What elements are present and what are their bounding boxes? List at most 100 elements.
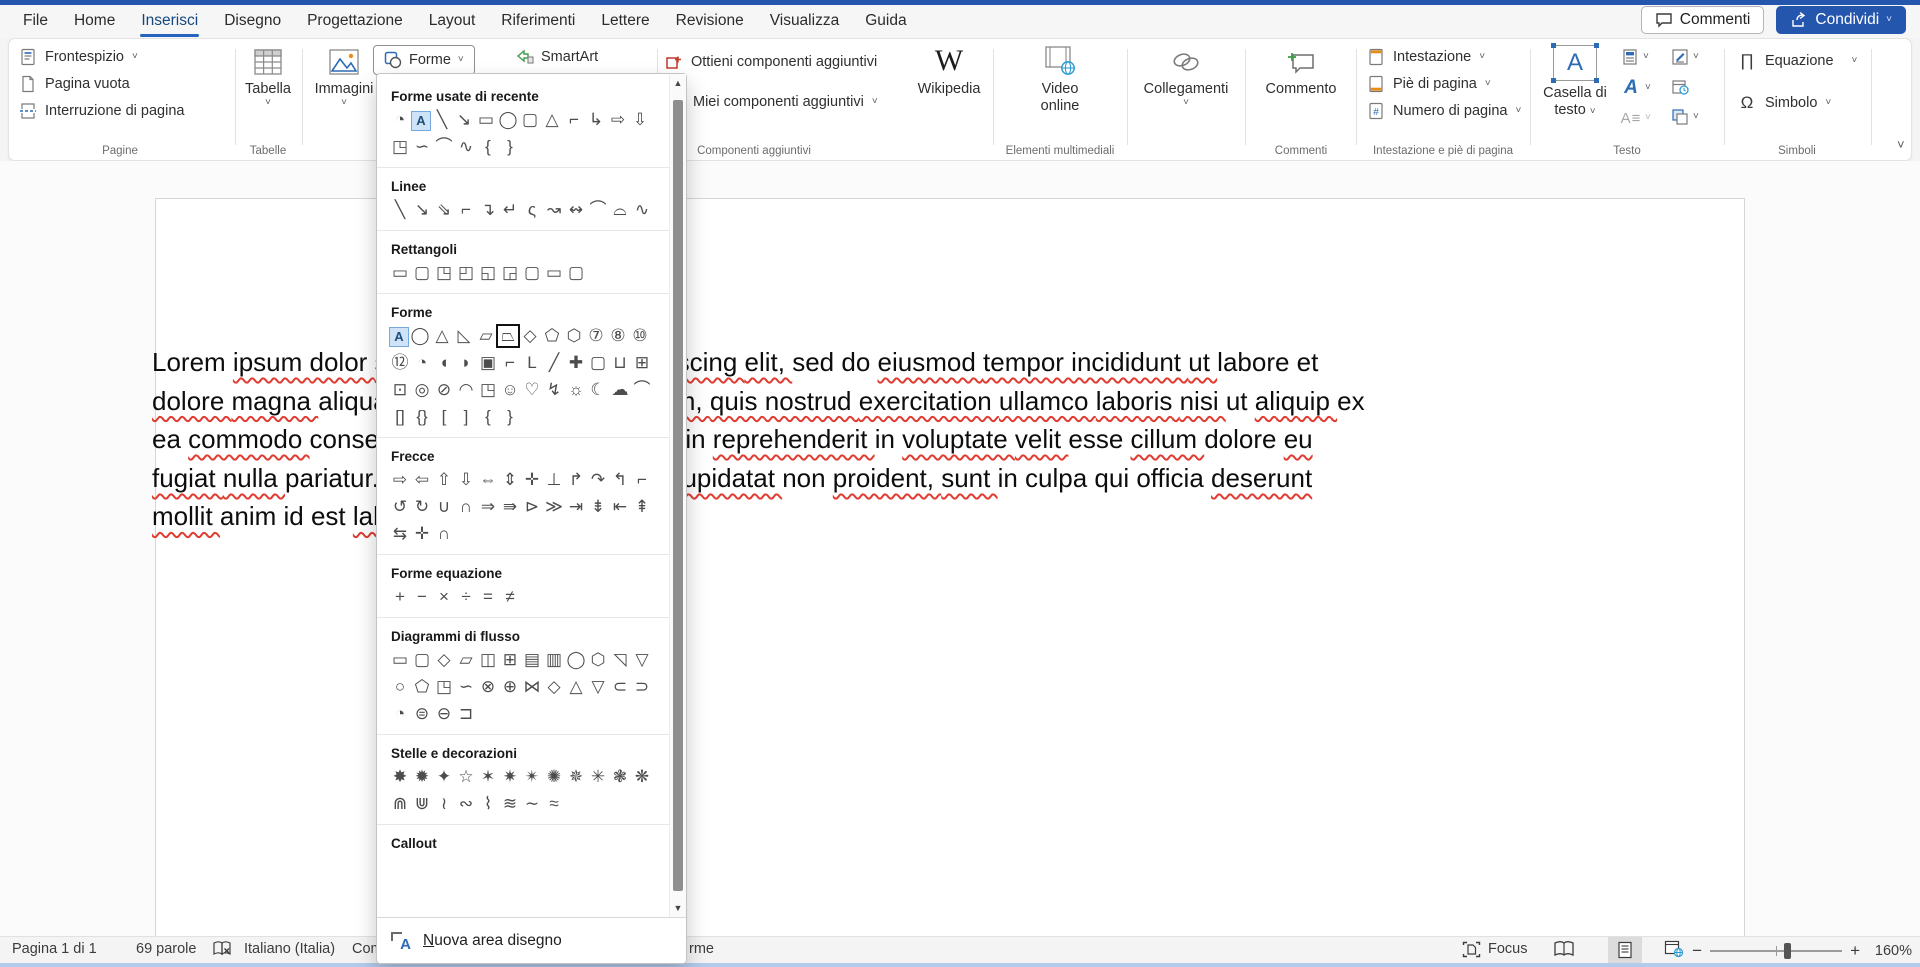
shape-item[interactable]: ✛ bbox=[521, 469, 543, 491]
shape-item[interactable]: ▢ bbox=[411, 649, 433, 671]
shape-item[interactable]: ↷ bbox=[587, 469, 609, 491]
shape-item[interactable]: ♡ bbox=[521, 379, 543, 401]
shape-item[interactable]: ☼ bbox=[565, 379, 587, 401]
tab-layout[interactable]: Layout bbox=[416, 5, 489, 38]
focus-mode-icon[interactable] bbox=[1462, 941, 1481, 962]
numero-di-pagina-button[interactable]: # Numero di pagina ˅ bbox=[1367, 102, 1521, 120]
shape-item[interactable]: {} bbox=[411, 406, 433, 428]
language-indicator[interactable]: Italiano (Italia) bbox=[244, 941, 335, 957]
shape-item[interactable]: ✷ bbox=[499, 766, 521, 788]
shape-item[interactable]: ∽ bbox=[455, 676, 477, 698]
shape-item[interactable]: ⌒ bbox=[587, 199, 609, 221]
casella-di-testo-button[interactable]: A Casella ditesto ˅ bbox=[1535, 45, 1615, 119]
shape-item[interactable]: ⊞ bbox=[631, 352, 653, 374]
simbolo-button[interactable]: Ω Simbolo ˅ bbox=[1737, 93, 1831, 113]
zoom-slider-thumb[interactable] bbox=[1784, 943, 1791, 959]
shape-item[interactable]: ▭ bbox=[543, 262, 565, 284]
shape-item[interactable]: ✴ bbox=[521, 766, 543, 788]
shape-item[interactable]: ◠ bbox=[455, 379, 477, 401]
shape-item[interactable]: ∩ bbox=[455, 496, 477, 518]
zoom-in-button[interactable]: + bbox=[1850, 941, 1860, 961]
immagini-button[interactable]: Immagini ˅ bbox=[309, 47, 379, 108]
shape-item[interactable]: ↴ bbox=[477, 199, 499, 221]
shape-item[interactable]: ∪ bbox=[433, 496, 455, 518]
shape-item[interactable]: ≠ bbox=[499, 586, 521, 608]
shape-item[interactable]: ⊃ bbox=[631, 676, 653, 698]
shape-item[interactable]: ◇ bbox=[519, 325, 541, 347]
shape-item[interactable]: ⊡ bbox=[389, 379, 411, 401]
shape-item[interactable]: ↰ bbox=[609, 469, 631, 491]
shape-item[interactable]: ] bbox=[455, 406, 477, 428]
shape-item[interactable]: ↵ bbox=[499, 199, 521, 221]
shape-item[interactable]: ◖ bbox=[433, 352, 455, 374]
shape-item[interactable]: ▢ bbox=[519, 109, 541, 131]
parti-rapide-button[interactable]: ˅ bbox=[1621, 48, 1649, 66]
shape-item[interactable]: ▥ bbox=[543, 649, 565, 671]
shape-item[interactable]: ◯ bbox=[409, 325, 431, 347]
shape-item[interactable]: ☺ bbox=[499, 379, 521, 401]
shape-item[interactable]: ∿ bbox=[455, 136, 477, 158]
shape-item[interactable]: A bbox=[411, 111, 431, 131]
shape-item[interactable]: ∾ bbox=[455, 793, 477, 815]
shape-item[interactable]: ▭ bbox=[475, 109, 497, 131]
shape-item[interactable]: ↭ bbox=[565, 199, 587, 221]
shape-item[interactable]: ⇔ bbox=[477, 469, 499, 491]
shape-item[interactable]: ≫ bbox=[543, 496, 565, 518]
shape-item[interactable]: ⊜ bbox=[411, 703, 433, 725]
shape-item[interactable]: ▢ bbox=[565, 262, 587, 284]
shape-item[interactable]: ✦ bbox=[433, 766, 455, 788]
comments-button[interactable]: Commenti bbox=[1641, 6, 1765, 34]
tab-riferimenti[interactable]: Riferimenti bbox=[488, 5, 588, 38]
shape-item[interactable]: ⇘ bbox=[433, 199, 455, 221]
shape-item[interactable]: ⇥ bbox=[565, 496, 587, 518]
shape-item[interactable]: ❃ bbox=[609, 766, 631, 788]
shape-item[interactable]: ▽ bbox=[587, 676, 609, 698]
shape-item[interactable]: ⊐ bbox=[455, 703, 477, 725]
shape-item[interactable]: ⊘ bbox=[433, 379, 455, 401]
intestazione-button[interactable]: Intestazione ˅ bbox=[1367, 48, 1485, 66]
shape-item[interactable]: ∩ bbox=[433, 523, 455, 545]
shape-item[interactable]: ◔ bbox=[389, 703, 411, 725]
ottieni-componenti-button[interactable]: Ottieni componenti aggiuntivi bbox=[665, 53, 877, 71]
shape-item[interactable]: ↘ bbox=[411, 199, 433, 221]
shape-item[interactable]: ▱ bbox=[475, 325, 497, 347]
shape-item[interactable]: ✚ bbox=[565, 352, 587, 374]
shape-item[interactable]: ⇨ bbox=[389, 469, 411, 491]
web-layout-view-icon[interactable] bbox=[1664, 940, 1684, 962]
proofing-errors-icon[interactable] bbox=[212, 940, 232, 962]
wikipedia-button[interactable]: W Wikipedia bbox=[911, 45, 987, 98]
shape-item[interactable]: ∽ bbox=[411, 136, 433, 158]
shape-item[interactable]: ⑦ bbox=[585, 325, 607, 347]
shape-item[interactable]: ╲ bbox=[431, 109, 453, 131]
shape-item[interactable]: ⇩ bbox=[455, 469, 477, 491]
wordart-button[interactable]: A ˅ bbox=[1621, 78, 1651, 98]
shape-item[interactable]: ▭ bbox=[389, 649, 411, 671]
shape-item[interactable]: ↘ bbox=[453, 109, 475, 131]
tab-disegno[interactable]: Disegno bbox=[211, 5, 294, 38]
shape-item[interactable]: ⌓ bbox=[609, 199, 631, 221]
tab-progettazione[interactable]: Progettazione bbox=[294, 5, 416, 38]
shape-item[interactable]: ▢ bbox=[521, 262, 543, 284]
shape-item[interactable]: ☾ bbox=[587, 379, 609, 401]
shape-item[interactable]: ↻ bbox=[411, 496, 433, 518]
shape-item[interactable]: ⌐ bbox=[563, 109, 585, 131]
shape-item[interactable]: ▣ bbox=[477, 352, 499, 374]
shape-item[interactable]: ✹ bbox=[411, 766, 433, 788]
shape-item[interactable]: ↝ bbox=[543, 199, 565, 221]
shape-item[interactable]: ⊕ bbox=[499, 676, 521, 698]
shape-item[interactable]: ╲ bbox=[389, 199, 411, 221]
shape-item[interactable]: ⬠ bbox=[411, 676, 433, 698]
tab-guida[interactable]: Guida bbox=[852, 5, 919, 38]
shape-item[interactable]: ◎ bbox=[411, 379, 433, 401]
shape-item[interactable]: ◔ bbox=[411, 352, 433, 374]
shape-item[interactable]: ◺ bbox=[453, 325, 475, 347]
pie-di-pagina-button[interactable]: Piè di pagina ˅ bbox=[1367, 75, 1491, 93]
print-layout-view-icon[interactable] bbox=[1608, 937, 1642, 963]
zoom-out-button[interactable]: − bbox=[1692, 941, 1702, 961]
share-button[interactable]: Condividi ˅ bbox=[1776, 6, 1906, 34]
video-online-button[interactable]: Videoonline bbox=[1026, 45, 1094, 115]
scrollbar-thumb[interactable] bbox=[673, 100, 683, 891]
shape-item[interactable]: ⊔ bbox=[609, 352, 631, 374]
collapse-ribbon-chevron-icon[interactable]: ˅ bbox=[1897, 137, 1905, 152]
shape-item[interactable]: ✺ bbox=[543, 766, 565, 788]
